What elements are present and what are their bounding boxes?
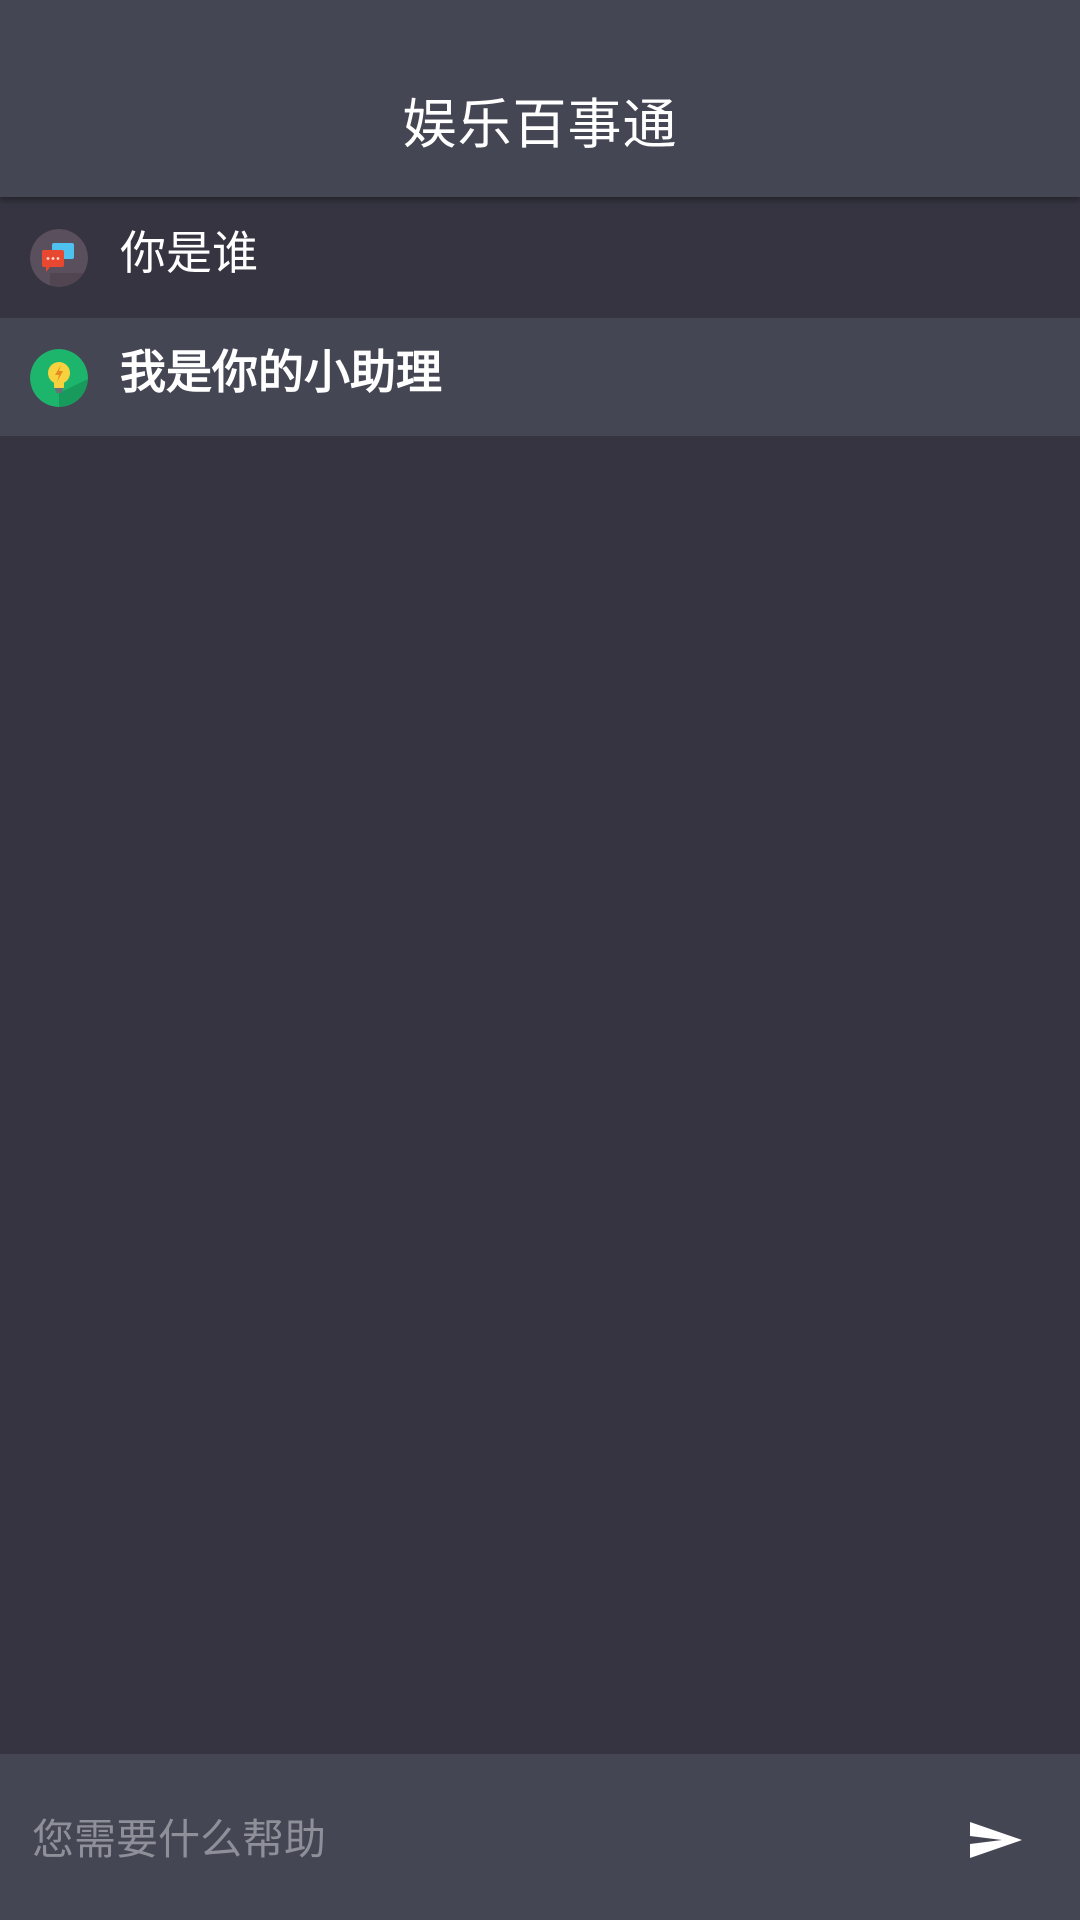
message-row-bot: 我是你的小助理 (0, 318, 1080, 436)
message-list: 你是谁 我是你的小助理 (0, 197, 1080, 436)
chat-app: 娱乐百事通 你是谁 我是你的小助理 您需要什么帮助 (0, 0, 1080, 1920)
send-button[interactable] (960, 1804, 1030, 1874)
chat-bubbles-icon (30, 229, 88, 287)
input-bar (0, 1754, 1080, 1920)
page-title: 娱乐百事通 (402, 93, 678, 156)
message-text: 我是你的小助理 (120, 345, 442, 399)
send-icon (970, 1822, 1022, 1858)
message-input[interactable] (32, 1804, 912, 1874)
message-text: 你是谁 (120, 226, 258, 280)
app-header: 娱乐百事通 (0, 0, 1080, 197)
lightbulb-icon (30, 349, 88, 407)
message-row-user: 你是谁 (0, 197, 1080, 318)
